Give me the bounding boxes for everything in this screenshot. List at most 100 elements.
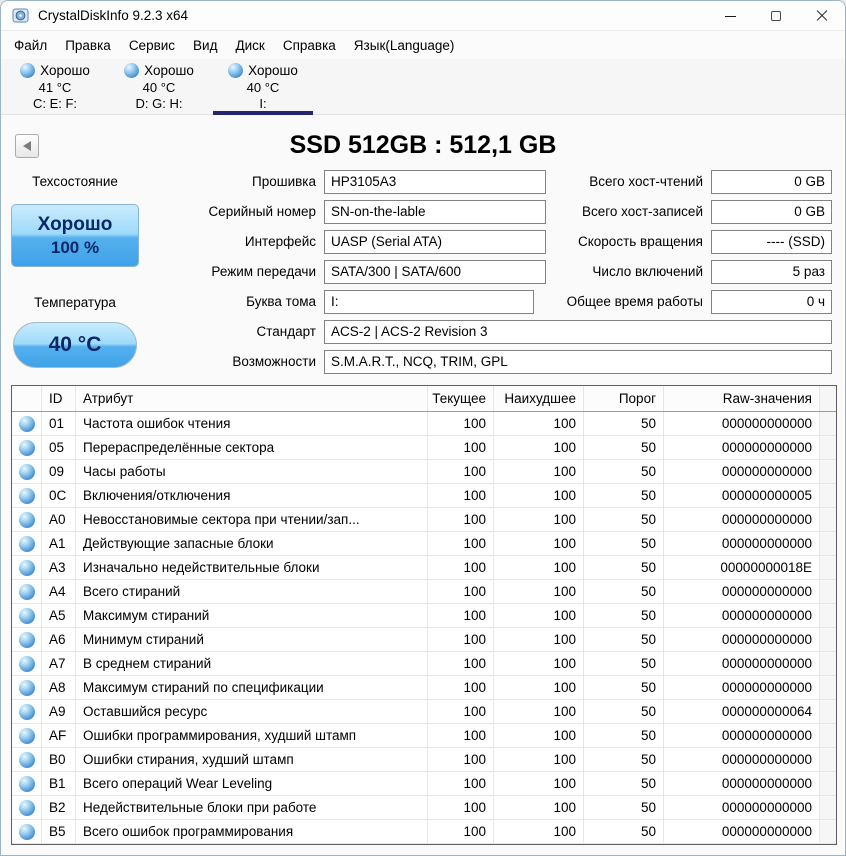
smart-row-0C[interactable]: 0C Включения/отключения 100 100 50 0000000000… xyxy=(12,484,836,508)
smart-raw: 000000000000 xyxy=(664,436,820,459)
smart-raw: 000000000000 xyxy=(664,748,820,771)
field-label: Скорость вращения xyxy=(577,234,703,249)
smart-row-AF[interactable]: AF Ошибки программирования, худший штамп 1… xyxy=(12,724,836,748)
smart-worst: 100 xyxy=(494,508,584,531)
table-scrollbar[interactable] xyxy=(820,604,836,627)
drive-tab-3[interactable]: Хорошо 40 °C I: xyxy=(211,59,315,115)
header-smart-worst[interactable]: Наихудшее xyxy=(494,386,584,411)
menu-item-1[interactable]: Файл xyxy=(5,31,56,59)
drive-tab-2[interactable]: Хорошо 40 °C D: G: H: xyxy=(107,59,211,114)
table-scrollbar[interactable] xyxy=(820,556,836,579)
field-value-box[interactable]: ACS-2 | ACS-2 Revision 3 xyxy=(324,320,832,344)
smart-current: 100 xyxy=(428,700,494,723)
smart-worst: 100 xyxy=(494,580,584,603)
smart-row-A4[interactable]: A4 Всего стираний 100 100 50 000000000000 xyxy=(12,580,836,604)
smart-row-01[interactable]: 01 Частота ошибок чтения 100 100 50 000000000… xyxy=(12,412,836,436)
smart-id: A4 xyxy=(42,580,76,603)
smart-id: B5 xyxy=(42,820,76,843)
table-scrollbar[interactable] xyxy=(820,386,836,411)
smart-id: 05 xyxy=(42,436,76,459)
smart-raw: 000000000005 xyxy=(664,484,820,507)
table-scrollbar[interactable] xyxy=(820,460,836,483)
menu-item-2[interactable]: Правка xyxy=(56,31,120,59)
menu-item-6[interactable]: Справка xyxy=(274,31,345,59)
minimize-button[interactable] xyxy=(707,1,753,31)
smart-row-B5[interactable]: B5 Всего ошибок программирования 100 100 50 0… xyxy=(12,820,836,844)
smart-raw: 000000000000 xyxy=(664,772,820,795)
table-scrollbar[interactable] xyxy=(820,532,836,555)
table-scrollbar[interactable] xyxy=(820,772,836,795)
smart-current: 100 xyxy=(428,604,494,627)
smart-row-B2[interactable]: B2 Недействительные блоки при работе 100 10… xyxy=(12,796,836,820)
field-value-box[interactable]: I: xyxy=(324,290,534,314)
header-smart-id[interactable]: ID xyxy=(42,386,76,411)
field-value-box[interactable]: HP3105A3 xyxy=(324,170,546,194)
smart-row-A5[interactable]: A5 Максимум стираний 100 100 50 000000000000 xyxy=(12,604,836,628)
table-scrollbar[interactable] xyxy=(820,820,836,843)
attribute-status-icon-cell xyxy=(12,652,42,675)
table-scrollbar[interactable] xyxy=(820,676,836,699)
drive-tab-temperature: 40 °C xyxy=(246,80,280,95)
close-button[interactable] xyxy=(799,1,845,31)
table-scrollbar[interactable] xyxy=(820,796,836,819)
header-smart-raw[interactable]: Raw-значения xyxy=(664,386,820,411)
attribute-status-icon-cell xyxy=(12,484,42,507)
header-smart-threshold[interactable]: Порог xyxy=(584,386,664,411)
table-scrollbar[interactable] xyxy=(820,508,836,531)
header-smart-attribute[interactable]: Атрибут xyxy=(76,386,428,411)
field-value-box[interactable]: SATA/300 | SATA/600 xyxy=(324,260,546,284)
field-value-box[interactable]: 0 GB xyxy=(711,200,832,224)
drive-tab-1[interactable]: Хорошо 41 °C C: E: F: xyxy=(3,59,107,114)
attribute-status-icon-cell xyxy=(12,604,42,627)
attribute-status-icon-cell xyxy=(12,508,42,531)
field-value-box[interactable]: 5 раз xyxy=(711,260,832,284)
close-icon xyxy=(816,10,828,22)
smart-row-A0[interactable]: A0 Невосстановимые сектора при чтении/зап… xyxy=(12,508,836,532)
smart-id: 01 xyxy=(42,412,76,435)
menu-item-3[interactable]: Сервис xyxy=(120,31,184,59)
menu-item-7[interactable]: Язык(Language) xyxy=(345,31,464,59)
table-scrollbar[interactable] xyxy=(820,412,836,435)
smart-attributes-table: ID Атрибут Текущее Наихудшее Порог Raw-значен… xyxy=(11,385,837,845)
smart-row-A6[interactable]: A6 Минимум стираний 100 100 50 000000000000 xyxy=(12,628,836,652)
table-scrollbar[interactable] xyxy=(820,748,836,771)
field-value-box[interactable]: S.M.A.R.T., NCQ, TRIM, GPL xyxy=(324,350,832,374)
health-status-box[interactable]: Хорошо 100 % xyxy=(11,204,139,267)
menu-item-4[interactable]: Вид xyxy=(184,31,226,59)
table-scrollbar[interactable] xyxy=(820,628,836,651)
field-value-box[interactable]: ---- (SSD) xyxy=(711,230,832,254)
smart-raw: 000000000000 xyxy=(664,628,820,651)
table-scrollbar[interactable] xyxy=(820,652,836,675)
field-value-box[interactable]: 0 ч xyxy=(711,290,832,314)
smart-id: AF xyxy=(42,724,76,747)
table-scrollbar[interactable] xyxy=(820,484,836,507)
smart-row-05[interactable]: 05 Перераспределённые сектора 100 100 50 0000… xyxy=(12,436,836,460)
attribute-status-icon-cell xyxy=(12,700,42,723)
header-smart-current[interactable]: Текущее xyxy=(428,386,494,411)
smart-current: 100 xyxy=(428,724,494,747)
table-scrollbar[interactable] xyxy=(820,436,836,459)
smart-row-09[interactable]: 09 Часы работы 100 100 50 000000000000 xyxy=(12,460,836,484)
attribute-status-icon-cell xyxy=(12,628,42,651)
smart-threshold: 50 xyxy=(584,412,664,435)
attribute-status-icon xyxy=(18,439,35,456)
smart-row-A7[interactable]: A7 В среднем стираний 100 100 50 000000000000 xyxy=(12,652,836,676)
field-value-box[interactable]: SN-on-the-lable xyxy=(324,200,546,224)
smart-row-B1[interactable]: B1 Всего операций Wear Leveling 100 100 50 00… xyxy=(12,772,836,796)
smart-threshold: 50 xyxy=(584,460,664,483)
table-scrollbar[interactable] xyxy=(820,580,836,603)
menu-item-5[interactable]: Диск xyxy=(226,31,273,59)
smart-threshold: 50 xyxy=(584,748,664,771)
temperature-indicator[interactable]: 40 °C xyxy=(13,322,137,368)
smart-row-A3[interactable]: A3 Изначально недействительные блоки 100 10… xyxy=(12,556,836,580)
smart-row-A8[interactable]: A8 Максимум стираний по спецификации 100 10… xyxy=(12,676,836,700)
smart-row-B0[interactable]: B0 Ошибки стирания, худший штамп 100 100 50 0… xyxy=(12,748,836,772)
smart-row-A9[interactable]: A9 Оставшийся ресурс 100 100 50 000000000064 xyxy=(12,700,836,724)
field-value-box[interactable]: UASP (Serial ATA) xyxy=(324,230,546,254)
table-scrollbar[interactable] xyxy=(820,700,836,723)
table-scrollbar[interactable] xyxy=(820,724,836,747)
attribute-status-icon xyxy=(18,775,35,792)
field-value-box[interactable]: 0 GB xyxy=(711,170,832,194)
smart-row-A1[interactable]: A1 Действующие запасные блоки 100 100 50 0000… xyxy=(12,532,836,556)
maximize-button[interactable] xyxy=(753,1,799,31)
